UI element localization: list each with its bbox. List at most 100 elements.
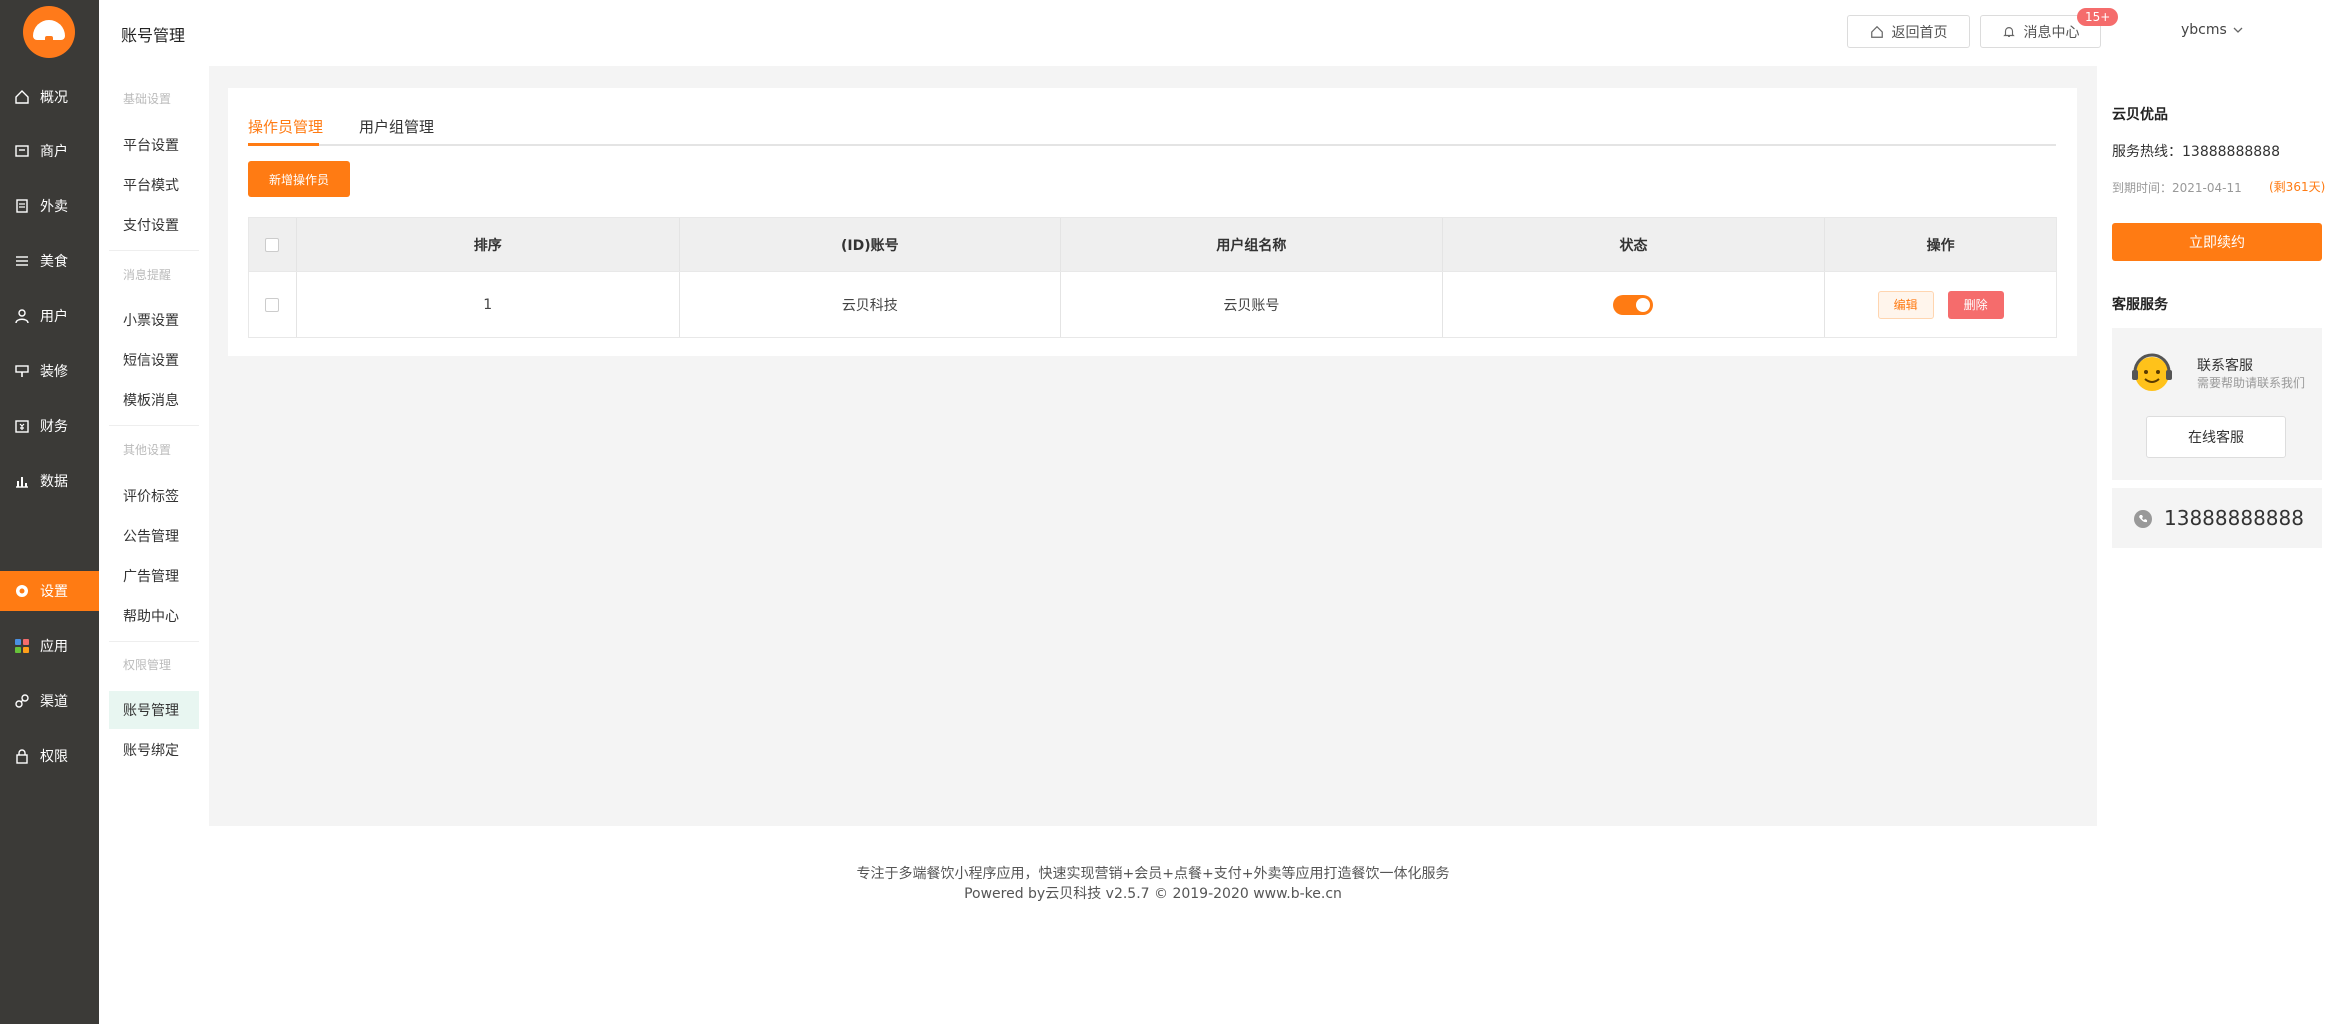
main-sidebar: 概况 商户 外卖 美食 用户 装修 财务 数据 设置 应用 渠道 权限 [0, 0, 99, 1024]
chart-icon [14, 473, 30, 489]
subnav-item-platform-settings[interactable]: 平台设置 [109, 126, 199, 164]
menu-icon [14, 253, 30, 269]
divider [109, 425, 199, 426]
renew-button[interactable]: 立即续约 [2112, 223, 2322, 261]
subnav-item-notice-management[interactable]: 公告管理 [109, 517, 199, 555]
nav-item-permissions[interactable]: 权限 [0, 736, 99, 776]
subnav-item-review-tags[interactable]: 评价标签 [109, 477, 199, 515]
subnav-item-payment-settings[interactable]: 支付设置 [109, 206, 199, 244]
nav-item-finance[interactable]: 财务 [0, 406, 99, 446]
subnav-item-template-message[interactable]: 模板消息 [109, 381, 199, 419]
service-section-title: 客服服务 [2112, 297, 2168, 313]
support-agent-icon [2132, 353, 2172, 391]
merchant-icon [14, 143, 30, 159]
subnav-group-permission: 权限管理 [123, 658, 172, 672]
column-header-order: 排序 [297, 218, 680, 271]
tab-operators[interactable]: 操作员管理 [248, 116, 323, 137]
subnav-group-basic: 基础设置 [123, 92, 172, 106]
nav-item-data[interactable]: 数据 [0, 461, 99, 501]
column-header-actions: 操作 [1926, 237, 1955, 254]
status-toggle[interactable] [1613, 294, 1654, 315]
gear-icon [14, 583, 30, 599]
column-header-group: 用户组名称 [1061, 218, 1443, 271]
add-operator-button[interactable]: 新增操作员 [248, 161, 350, 197]
cell-actions: 编辑 删除 [1825, 272, 2056, 337]
nav-item-label: 应用 [40, 639, 68, 655]
account-info-panel: 云贝优品 服务热线：13888888888 到期时间：2021-04-11 (剩… [2097, 66, 2337, 1024]
nav-item-decorate[interactable]: 装修 [0, 351, 99, 391]
apps-icon [14, 638, 30, 654]
operators-table: 排序 (ID)账号 用户组名称 状态 操作 1 云贝科技 云贝账号 编辑 删除 [248, 217, 2057, 338]
nav-item-channels[interactable]: 渠道 [0, 681, 99, 721]
subnav-group-message: 消息提醒 [123, 268, 172, 282]
nav-item-overview[interactable]: 概况 [0, 77, 99, 117]
phone-box: 13888888888 [2112, 488, 2322, 548]
subnav-item-sms-settings[interactable]: 短信设置 [109, 341, 199, 379]
nav-item-label: 财务 [40, 419, 68, 435]
contact-service-label: 联系客服 [2197, 358, 2253, 374]
finance-icon [14, 418, 30, 434]
column-header-status: 状态 [1443, 218, 1826, 271]
toggle-knob [1636, 297, 1651, 312]
nav-item-label: 权限 [40, 749, 68, 765]
table-row: 1 云贝科技 云贝账号 编辑 删除 [249, 271, 2056, 337]
footer-copyright: Powered by云贝科技 v2.5.7 © 2019-2020 www.b-… [964, 886, 1342, 902]
table-header: 排序 (ID)账号 用户组名称 状态 操作 [249, 218, 2056, 271]
content-card: 操作员管理 用户组管理 新增操作员 排序 (ID)账号 用户组名称 状态 操作 … [228, 88, 2077, 356]
subnav-item-account-management[interactable]: 账号管理 [109, 691, 199, 729]
home-icon [14, 89, 30, 105]
tab-underline [248, 144, 2056, 146]
nav-item-label: 渠道 [40, 694, 68, 710]
subnav-group-other: 其他设置 [123, 443, 172, 457]
nav-item-label: 用户 [40, 309, 68, 325]
service-hotline: 服务热线：13888888888 [2112, 144, 2280, 160]
contact-help-text: 需要帮助请联系我们 [2197, 376, 2306, 390]
home-icon [1870, 25, 1883, 38]
row-checkbox[interactable] [265, 297, 280, 312]
nav-item-merchant[interactable]: 商户 [0, 131, 99, 171]
row-select-cell [249, 272, 297, 337]
nav-item-label: 数据 [40, 474, 68, 490]
nav-item-users[interactable]: 用户 [0, 296, 99, 336]
tab-user-groups[interactable]: 用户组管理 [359, 116, 434, 137]
logo[interactable] [23, 6, 75, 58]
divider [109, 250, 199, 251]
select-all-cell [249, 218, 297, 271]
user-menu[interactable]: ybcms [2181, 22, 2243, 38]
nav-item-label: 设置 [40, 584, 68, 600]
nav-item-food[interactable]: 美食 [0, 241, 99, 281]
cell-order: 1 [297, 272, 680, 337]
nav-item-label: 商户 [40, 144, 68, 160]
subnav-item-platform-mode[interactable]: 平台模式 [109, 166, 199, 204]
cell-account: 云贝科技 [680, 272, 1062, 337]
home-button-label: 返回首页 [1891, 24, 1948, 41]
messages-button-label: 消息中心 [2023, 24, 2080, 41]
home-button[interactable]: 返回首页 [1847, 15, 1970, 48]
messages-count-badge: 15+ [2077, 8, 2119, 26]
nav-item-label: 概况 [40, 90, 68, 106]
online-service-button[interactable]: 在线客服 [2146, 416, 2286, 458]
footer-slogan: 专注于多端餐饮小程序应用，快速实现营销+会员+点餐+支付+外卖等应用打造餐饮一体… [856, 866, 1450, 882]
page-title: 账号管理 [121, 26, 186, 45]
column-header-account: (ID)账号 [680, 218, 1062, 271]
nav-item-label: 装修 [40, 364, 68, 380]
edit-button[interactable]: 编辑 [1877, 290, 1934, 319]
lock-icon [14, 748, 30, 764]
chevron-down-icon [2233, 27, 2243, 33]
nav-item-takeout[interactable]: 外卖 [0, 186, 99, 226]
nav-item-settings[interactable]: 设置 [0, 571, 99, 611]
phone-icon [2134, 510, 2152, 528]
subnav-item-receipt-settings[interactable]: 小票设置 [109, 301, 199, 339]
nav-item-apps[interactable]: 应用 [0, 626, 99, 666]
subnav-item-help-center[interactable]: 帮助中心 [109, 597, 199, 635]
subnav-item-account-binding[interactable]: 账号绑定 [109, 731, 199, 769]
select-all-checkbox[interactable] [265, 237, 280, 252]
bell-icon [2002, 26, 2015, 37]
footer: 专注于多端餐饮小程序应用，快速实现营销+会员+点餐+支付+外卖等应用打造餐饮一体… [209, 826, 2097, 1024]
nav-item-label: 美食 [40, 254, 68, 270]
remaining-days: (剩361天) [2269, 180, 2326, 194]
settings-subnav: 账号管理 基础设置 平台设置 平台模式 支付设置 消息提醒 小票设置 短信设置 … [99, 0, 209, 1024]
divider [109, 641, 199, 642]
delete-button[interactable]: 删除 [1947, 290, 2004, 319]
subnav-item-ad-management[interactable]: 广告管理 [109, 557, 199, 595]
